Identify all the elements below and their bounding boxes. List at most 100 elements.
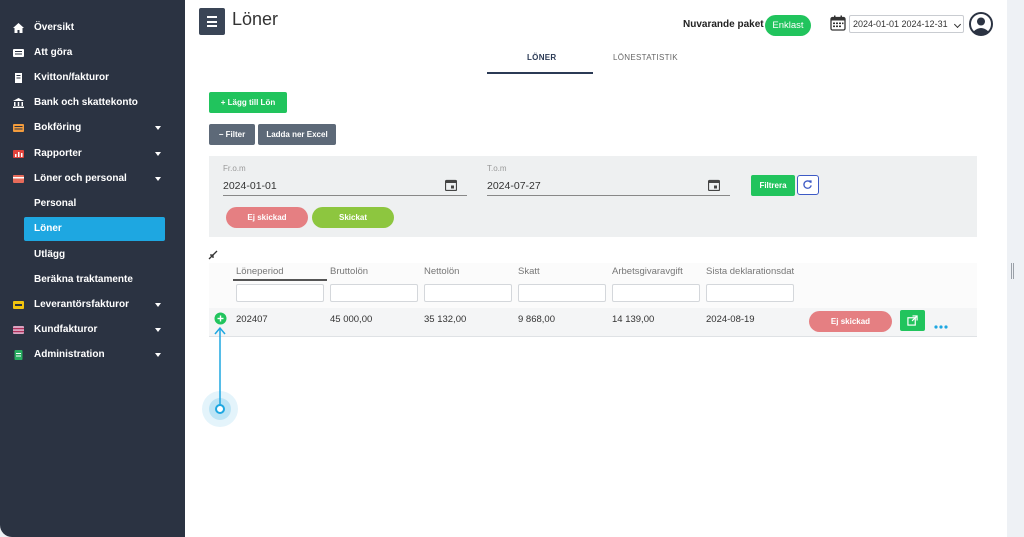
calendar-icon[interactable]	[445, 179, 457, 191]
sidebar-item-oversikt[interactable]: Översikt	[0, 16, 185, 40]
filter-label: Filter	[225, 130, 246, 139]
sidebar-subitem-loner[interactable]: Löner	[24, 217, 165, 241]
ledger-icon	[13, 124, 24, 132]
sort-indicator	[233, 279, 327, 281]
sidebar-item-bank[interactable]: Bank och skattekonto	[0, 91, 185, 115]
apply-filter-button[interactable]: Filtrera	[751, 175, 795, 196]
sidebar-item-label: Bokföring	[34, 122, 82, 133]
plus-icon: +	[220, 98, 226, 107]
chevron-down-icon	[155, 328, 161, 332]
tab-loner[interactable]: LÖNER	[527, 53, 557, 62]
column-header-nettolon[interactable]: Nettolön	[424, 266, 459, 277]
sidebar-item-label: Kundfakturor	[34, 324, 98, 335]
reset-filter-button[interactable]	[797, 175, 819, 195]
sidebar-item-label: Löner	[34, 223, 62, 234]
report-icon	[13, 150, 24, 158]
sidebar-item-loner-personal[interactable]: Löner och personal	[0, 167, 185, 191]
minus-icon: −	[218, 130, 224, 139]
more-dots-icon	[934, 325, 948, 329]
to-date-label: T.o.m	[487, 164, 507, 173]
receipt-icon	[15, 73, 22, 83]
tab-lonestatistik[interactable]: LÖNESTATISTIK	[613, 53, 678, 62]
sidebar-item-rapporter[interactable]: Rapporter	[0, 142, 185, 166]
cell-nettolon: 35 132,00	[424, 314, 467, 325]
chevron-down-icon	[155, 152, 161, 156]
to-date-field[interactable]: 2024-07-27	[487, 180, 541, 192]
column-filter-input[interactable]	[424, 284, 512, 302]
cell-deklarationsdatum: 2024-08-19	[706, 314, 755, 325]
bank-icon	[13, 98, 24, 108]
sidebar-item-label: Administration	[34, 349, 105, 360]
calendar-icon	[830, 15, 846, 31]
cell-loneperiod: 202407	[236, 314, 268, 325]
column-filter-input[interactable]	[706, 284, 794, 302]
column-filter-input[interactable]	[518, 284, 606, 302]
column-header-deklarationsdatum[interactable]: Sista deklarationsdat	[706, 266, 794, 277]
column-header-arbetsgivaravgift[interactable]: Arbetsgivaravgift	[612, 266, 683, 277]
column-filter-input[interactable]	[236, 284, 324, 302]
app-frame: Översikt Att göra Kvitton/fakturor Bank …	[0, 0, 1024, 537]
page-title: Löner	[232, 9, 279, 29]
calendar-icon[interactable]	[708, 179, 720, 191]
column-header-bruttolon[interactable]: Bruttolön	[330, 266, 368, 277]
resize-handle[interactable]	[1011, 263, 1014, 279]
customer-invoice-icon	[13, 326, 24, 334]
download-excel-button[interactable]: Ladda ner Excel	[258, 124, 336, 145]
cell-arbetsgivaravgift: 14 139,00	[612, 314, 655, 325]
filter-toggle-button[interactable]: − Filter	[209, 124, 255, 145]
date-range-value: 2024-01-01 2024-12-31	[853, 19, 948, 29]
sidebar-item-label: Personal	[34, 198, 77, 209]
expand-row-icon[interactable]	[214, 312, 227, 325]
sidebar-item-bokforing[interactable]: Bokföring	[0, 116, 185, 140]
collapse-icon[interactable]	[208, 250, 218, 260]
package-label: Nuvarande paket	[683, 19, 764, 30]
admin-icon	[14, 350, 23, 360]
more-options-button[interactable]	[934, 316, 948, 329]
user-avatar-icon[interactable]	[969, 12, 993, 36]
sidebar-item-administration[interactable]: Administration	[0, 343, 185, 367]
sidebar-item-label: Översikt	[34, 22, 75, 33]
open-row-button[interactable]	[900, 310, 925, 331]
chevron-down-icon	[155, 303, 161, 307]
sidebar-item-label: Rapporter	[34, 148, 82, 159]
sidebar-subitem-utlagg[interactable]: Utlägg	[24, 243, 165, 267]
from-date-underline	[223, 195, 467, 196]
sidebar-item-label: Utlägg	[34, 249, 66, 260]
column-filter-input[interactable]	[612, 284, 700, 302]
sidebar-item-label: Att göra	[34, 47, 73, 58]
status-filter-sent[interactable]: Skickat	[312, 207, 394, 228]
chevron-down-icon	[155, 353, 161, 357]
hamburger-icon	[207, 16, 217, 18]
sidebar-subitem-traktamente[interactable]: Beräkna traktamente	[24, 268, 165, 292]
sidebar-subitem-personal[interactable]: Personal	[24, 192, 165, 216]
column-header-skatt[interactable]: Skatt	[518, 266, 540, 277]
add-salary-button[interactable]: + Lägg till Lön	[209, 92, 287, 113]
sidebar-item-label: Löner och personal	[34, 173, 127, 184]
chevron-down-icon	[953, 20, 962, 29]
right-gutter	[1007, 0, 1024, 537]
list-icon	[13, 49, 24, 57]
add-salary-label: Lägg till Lön	[227, 98, 276, 107]
wallet-icon	[13, 175, 24, 183]
date-range-select[interactable]: 2024-01-01 2024-12-31	[849, 15, 964, 33]
sidebar-item-kundfakturor[interactable]: Kundfakturor	[0, 318, 185, 342]
from-date-field[interactable]: 2024-01-01	[223, 180, 277, 192]
cell-bruttolon: 45 000,00	[330, 314, 373, 325]
supplier-invoice-icon	[13, 301, 24, 309]
column-header-loneperiod[interactable]: Löneperiod	[236, 266, 284, 277]
chevron-down-icon	[155, 177, 161, 181]
sidebar-item-leverantorsfakturor[interactable]: Leverantörsfakturor	[0, 293, 185, 317]
sidebar: Översikt Att göra Kvitton/fakturor Bank …	[0, 0, 185, 537]
menu-toggle-button[interactable]	[199, 8, 225, 35]
row-status-badge[interactable]: Ej skickad	[809, 311, 892, 332]
package-badge[interactable]: Enklast	[765, 15, 811, 36]
sidebar-item-att-gora[interactable]: Att göra	[0, 41, 185, 65]
chevron-down-icon	[155, 126, 161, 130]
sidebar-item-label: Bank och skattekonto	[34, 97, 138, 108]
tour-pointer	[202, 326, 238, 427]
to-date-underline	[487, 195, 730, 196]
status-filter-not-sent[interactable]: Ej skickad	[226, 207, 308, 228]
sidebar-item-label: Kvitton/fakturor	[34, 72, 109, 83]
column-filter-input[interactable]	[330, 284, 418, 302]
sidebar-item-kvitton[interactable]: Kvitton/fakturor	[0, 66, 185, 90]
